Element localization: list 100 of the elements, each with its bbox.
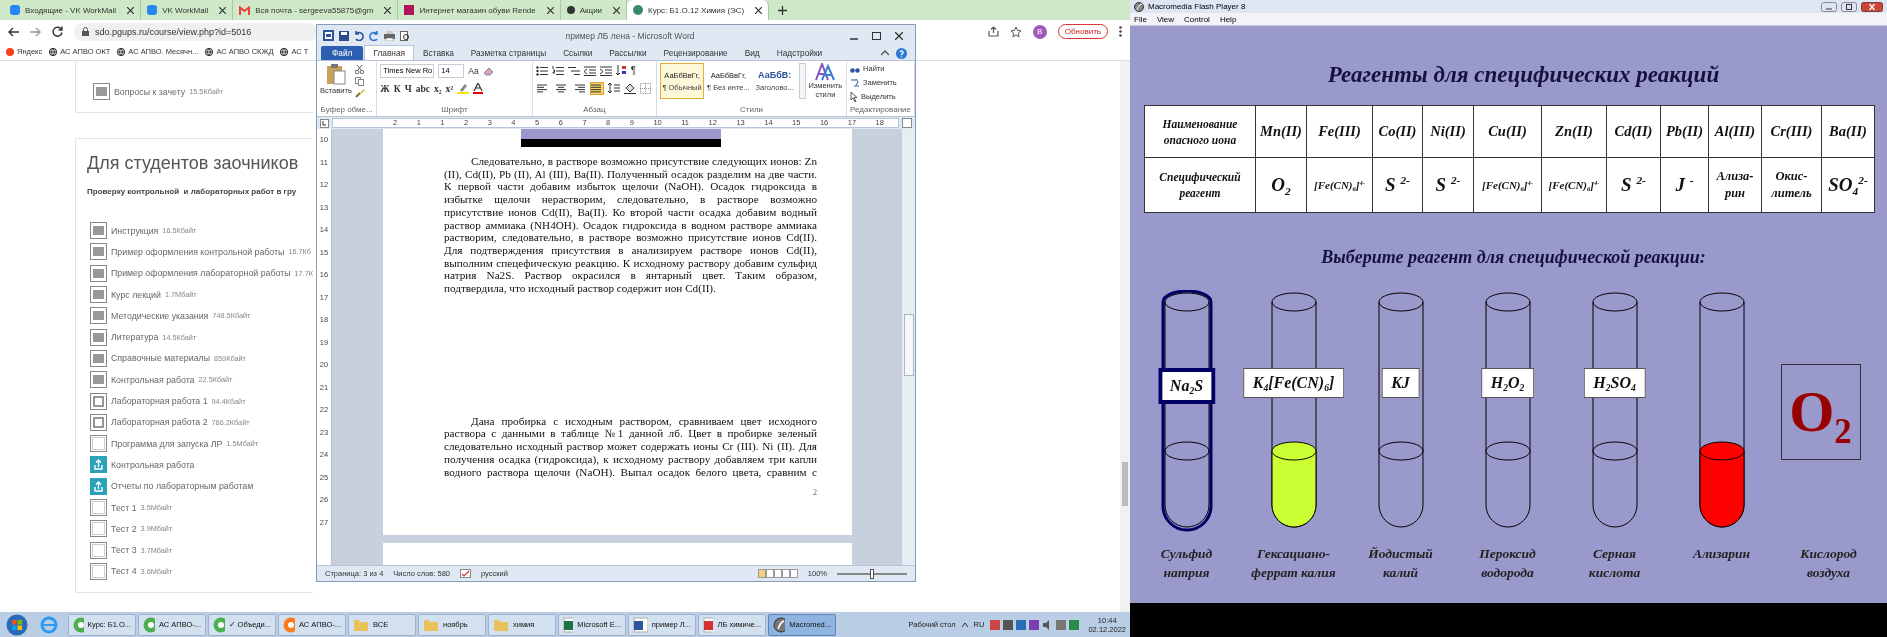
file-link[interactable]: Тест 3 — [111, 545, 137, 556]
file-link[interactable]: Лабораторная работа 1 — [111, 396, 208, 406]
ribbon-tab[interactable]: Надстройки — [768, 46, 831, 60]
scissors-icon[interactable] — [354, 65, 364, 74]
browser-tab[interactable]: Входящие - VK WorkMail — [4, 0, 142, 20]
close-icon[interactable] — [127, 6, 135, 14]
star-icon[interactable] — [1009, 25, 1022, 38]
close-icon[interactable] — [755, 6, 763, 14]
align-button[interactable] — [589, 82, 604, 95]
file-link[interactable]: Инструкция — [111, 225, 159, 236]
formula-label[interactable]: Na$_{2}$S — [1157, 368, 1216, 404]
copy-icon[interactable] — [354, 77, 364, 86]
close-icon[interactable] — [384, 6, 392, 14]
format-button[interactable]: abc — [415, 83, 430, 94]
gallery-scrollbar[interactable] — [798, 63, 806, 99]
browser-tab[interactable]: Курс: Б1.О.12 Химия (ЭС) — [627, 0, 770, 20]
line-spacing-icon[interactable] — [607, 83, 620, 94]
change-case-button[interactable]: Aa — [468, 65, 479, 76]
browser-tab[interactable]: Интернет магазин обуви Rende — [398, 0, 561, 20]
ribbon-tab[interactable]: Вид — [736, 46, 768, 60]
file-link[interactable]: Программа для запуска ЛР — [111, 438, 223, 449]
formula-label[interactable]: H$_{2}$O$_{2}$ — [1480, 368, 1535, 398]
decrease-indent-icon[interactable] — [583, 65, 596, 76]
start-icon[interactable] — [6, 613, 28, 636]
file-link[interactable]: Методические указания — [111, 310, 209, 321]
reload-icon[interactable] — [52, 26, 63, 37]
print-preview-icon[interactable] — [400, 30, 410, 41]
format-button[interactable]: Ч — [404, 83, 412, 94]
file-link[interactable]: Тест 2 — [111, 523, 137, 534]
test-tube-drawing[interactable] — [1161, 290, 1212, 532]
file-link[interactable]: Литература — [111, 332, 159, 343]
file-link[interactable]: Отчеты по лабораторным работам — [111, 481, 254, 492]
address-bar[interactable]: sdo.pgups.ru/course/view.php?id=5016 — [74, 22, 318, 41]
format-button[interactable]: К — [393, 83, 401, 94]
back-icon[interactable] — [8, 26, 19, 37]
file-tab[interactable]: Файл — [321, 46, 364, 60]
eraser-icon[interactable] — [482, 65, 494, 76]
brush-icon[interactable] — [354, 89, 365, 98]
ruler-toggle-icon[interactable] — [902, 118, 912, 128]
print-icon[interactable] — [384, 30, 395, 41]
spellcheck-icon[interactable] — [460, 569, 471, 578]
view-buttons-icon[interactable] — [757, 569, 798, 578]
test-tube-drawing[interactable] — [1378, 292, 1423, 528]
redo-icon[interactable] — [369, 30, 379, 41]
slider-thumb[interactable] — [870, 568, 874, 579]
file-link[interactable]: Тест 1 — [111, 502, 137, 513]
tray-icons[interactable] — [990, 618, 1081, 631]
menu-item[interactable]: Control — [1184, 14, 1210, 24]
scrollbar[interactable] — [901, 129, 915, 565]
collapse-icon[interactable] — [881, 50, 889, 56]
format-button[interactable]: x₂ — [433, 83, 442, 94]
file-link[interactable]: Тест 4 — [111, 566, 137, 577]
ribbon-tab[interactable]: Рецензирование — [655, 46, 736, 60]
format-button[interactable]: Ж — [380, 83, 390, 94]
undo-icon[interactable] — [354, 30, 364, 41]
menu-item[interactable]: File — [1134, 14, 1147, 24]
show-marks-button[interactable]: ¶ — [630, 65, 637, 76]
browser-tab[interactable]: VK WorkMail — [141, 0, 234, 20]
increase-indent-icon[interactable] — [599, 65, 612, 76]
font-color-icon[interactable] — [473, 83, 484, 94]
file-link[interactable]: Курс лекций — [111, 289, 161, 300]
close-icon[interactable] — [613, 6, 621, 14]
close-icon[interactable] — [1861, 1, 1883, 12]
avatar[interactable]: В — [1032, 24, 1047, 39]
test-tube-drawing[interactable] — [1485, 292, 1530, 528]
menu-item[interactable]: Help — [1219, 14, 1237, 24]
close-icon[interactable] — [219, 6, 227, 14]
file-link[interactable]: Вопросы к зачету — [114, 86, 186, 97]
close-icon[interactable] — [546, 6, 554, 14]
ribbon-tab[interactable]: Вставка — [415, 46, 462, 60]
align-button[interactable] — [553, 82, 568, 95]
ribbon-tab[interactable]: Рассылки — [601, 46, 655, 60]
multilevel-list-icon[interactable] — [567, 65, 580, 76]
shading-icon[interactable] — [623, 83, 636, 94]
bullet-list-icon[interactable] — [535, 65, 548, 76]
ribbon-tab[interactable]: Ссылки — [555, 46, 601, 60]
browser-tab[interactable]: Вся почта - sergeeva55875@gm — [233, 0, 399, 20]
ribbon-tab[interactable]: Разметка страницы — [462, 46, 555, 60]
scrollbar[interactable] — [1120, 61, 1130, 612]
file-link[interactable]: Контрольная работа — [111, 374, 195, 385]
file-link[interactable]: Справочные материалы — [111, 353, 210, 364]
file-link[interactable]: Пример оформления лабораторной работы — [110, 268, 291, 279]
test-tube-drawing[interactable] — [1592, 292, 1637, 528]
borders-icon[interactable] — [639, 83, 651, 94]
save-icon[interactable] — [339, 30, 349, 41]
chevron-icon[interactable] — [961, 621, 968, 628]
formula-label[interactable]: K$_{4}$[Fe(CN)$_{6}$] — [1242, 368, 1345, 398]
formula-label[interactable]: KJ — [1381, 368, 1420, 398]
menu-icon[interactable] — [1119, 26, 1122, 37]
restore-icon[interactable] — [872, 31, 881, 40]
update-button[interactable]: Обновить — [1057, 24, 1108, 39]
share-icon[interactable] — [987, 26, 999, 37]
numbered-list-icon[interactable] — [551, 65, 564, 76]
align-button[interactable] — [535, 82, 550, 95]
formula-label[interactable]: H$_{2}$SO$_{4}$ — [1583, 368, 1646, 398]
help-icon[interactable] — [896, 47, 907, 59]
file-link[interactable]: Контрольная работа — [111, 459, 195, 470]
file-link[interactable]: Лабораторная работа 2 — [111, 417, 208, 428]
sort-icon[interactable] — [615, 65, 627, 76]
restore-icon[interactable] — [1841, 1, 1857, 12]
